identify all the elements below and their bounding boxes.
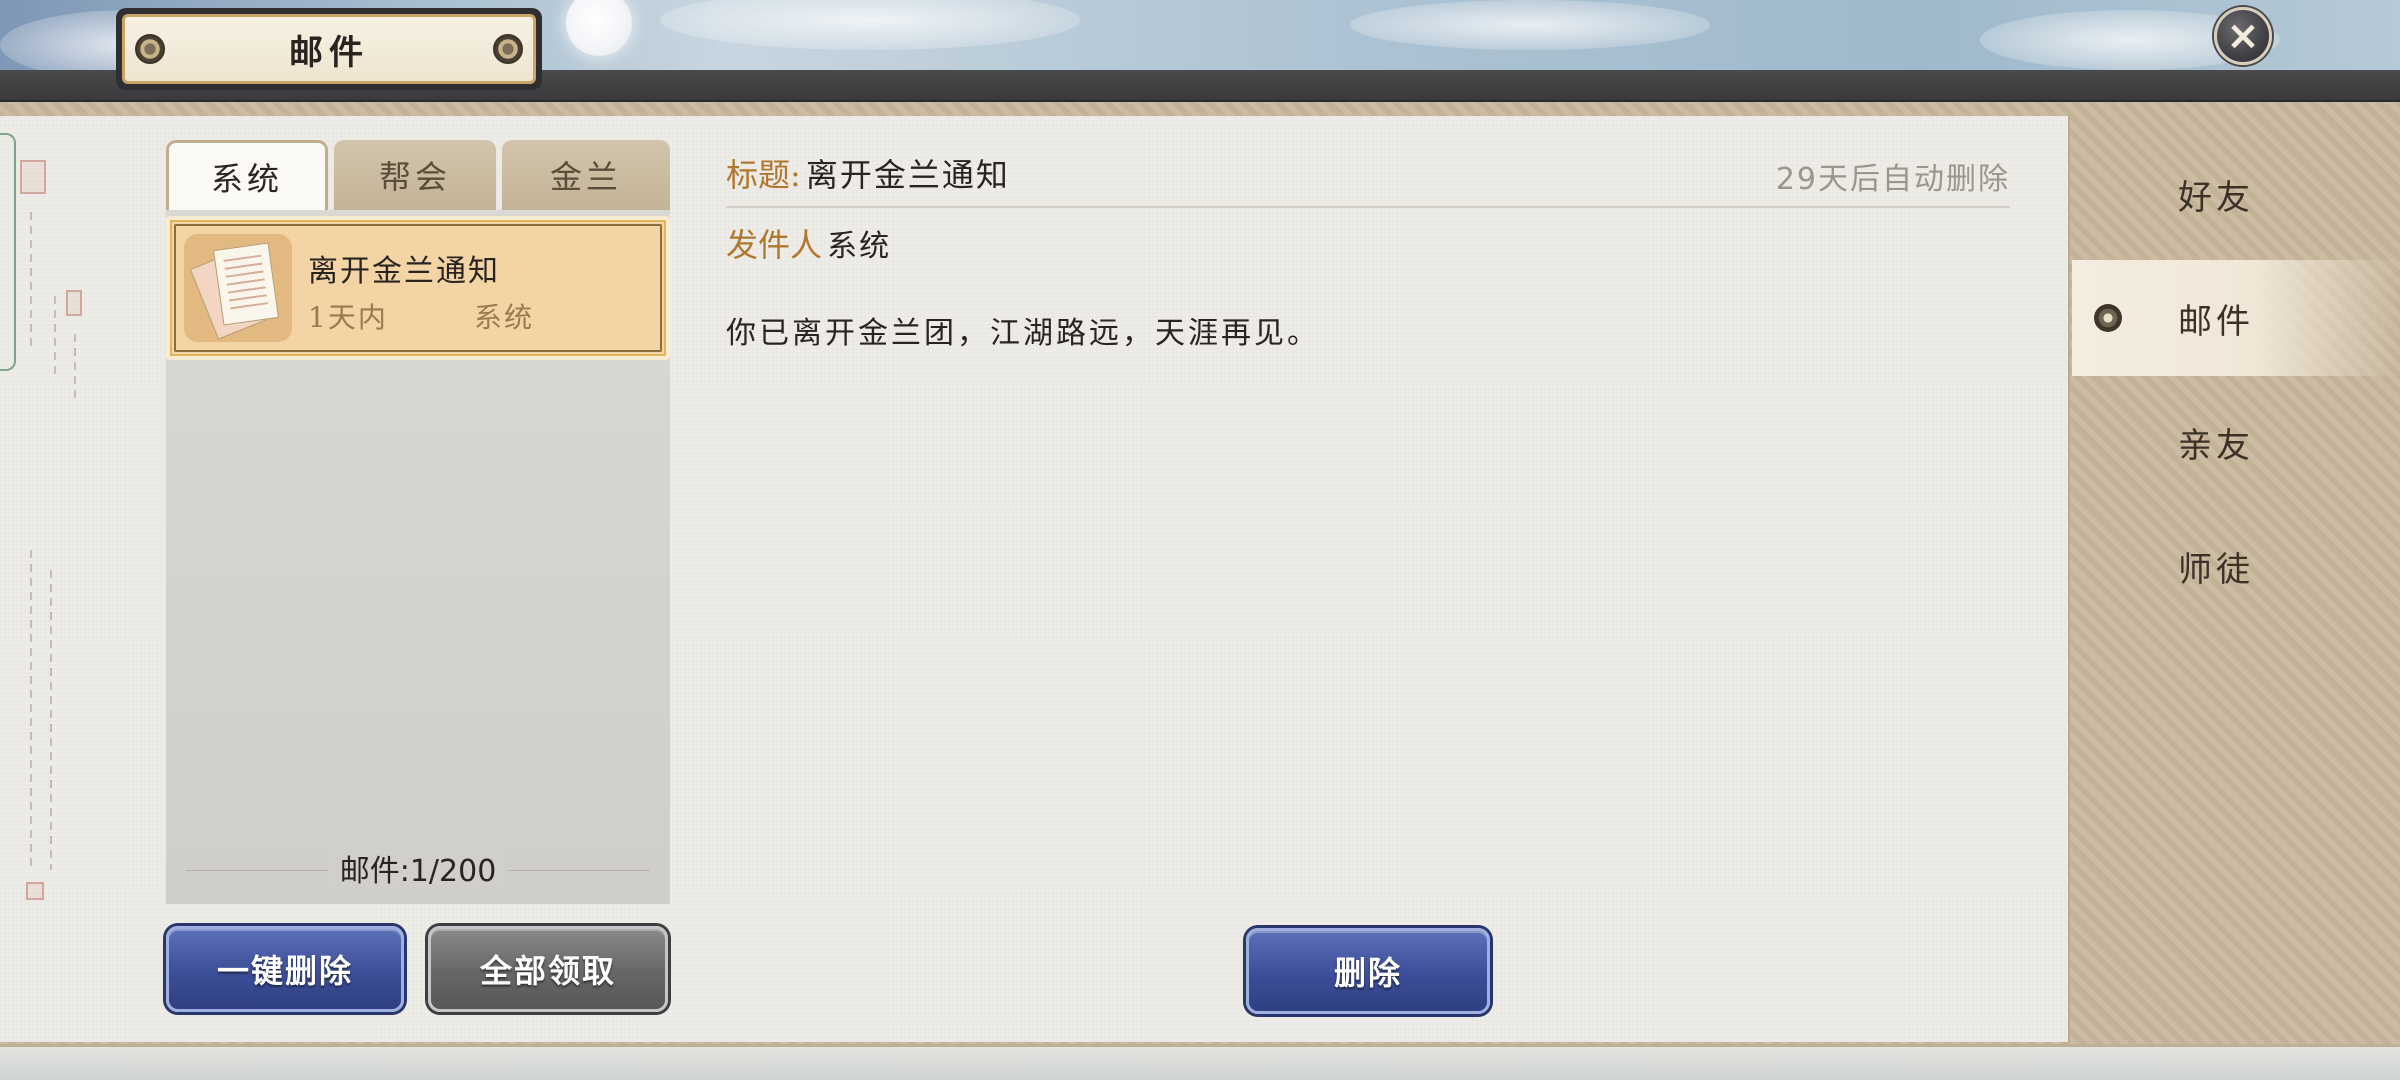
seal-stamp-icon [20,160,46,194]
close-button[interactable]: × [2214,7,2272,65]
sidebar-item-label: 亲友 [2178,425,2254,466]
sidebar-item-relatives[interactable]: 亲友 [2072,384,2400,500]
knot-ornament-icon [493,34,523,64]
window-title-plaque: 邮件 [116,8,542,90]
sender-label: 发件人 [726,226,823,264]
mail-item-subject: 离开金兰通知 [308,254,500,289]
sidebar-item-label: 好友 [2178,177,2254,218]
mail-list: 离开金兰通知 1天内 系统 邮件:1/200 [166,210,670,904]
knot-ornament-icon [135,34,165,64]
mail-item-sender: 系统 [474,301,535,334]
claim-all-button[interactable]: 全部领取 [428,926,668,1012]
mail-category-tabs: 系统 帮会 金兰 [166,140,670,210]
mail-count: 邮件:1/200 [166,846,670,890]
tab-guild[interactable]: 帮会 [334,140,496,210]
sidebar-item-mentor[interactable]: 师徒 [2072,508,2400,624]
mail-item-time: 1天内 [308,301,388,334]
divider [726,206,2010,208]
knot-marker-icon [2094,304,2122,332]
delete-all-button[interactable]: 一键删除 [166,926,404,1012]
bottom-border [0,1044,2400,1080]
seal-stamp-icon [26,882,44,900]
mail-count-label: 邮件:1/200 [327,854,509,889]
tab-sworn-siblings[interactable]: 金兰 [502,140,670,210]
close-icon: × [2226,13,2260,59]
mail-sender-row: 发件人 系统 [726,220,891,266]
seal-stamp-icon [66,290,82,316]
mail-body: 你已离开金兰团，江湖路远，天涯再见。 [726,316,1320,351]
sidebar-item-mail[interactable]: 邮件 [2072,260,2400,376]
moon-decoration [566,0,632,56]
mail-title: 离开金兰通知 [805,156,1010,194]
mail-list-item[interactable]: 离开金兰通知 1天内 系统 [166,216,670,360]
window-title: 邮件 [289,32,369,73]
sidebar-item-label: 邮件 [2178,301,2254,342]
letter-icon [184,234,292,342]
sidebar-item-friends[interactable]: 好友 [2072,136,2400,252]
sidebar-item-label: 师徒 [2178,549,2254,590]
tab-system[interactable]: 系统 [166,140,328,210]
mail-title-row: 标题: 离开金兰通知 29天后自动删除 [726,150,2010,200]
auto-delete-notice: 29天后自动删除 [1775,162,2010,197]
calligraphy-decoration [20,160,82,900]
right-sidebar-nav: 好友 邮件 亲友 师徒 [2072,116,2400,616]
mail-sender: 系统 [827,229,892,264]
side-edge-decoration [0,133,16,371]
title-label: 标题: [726,156,801,194]
delete-button[interactable]: 删除 [1246,928,1490,1014]
